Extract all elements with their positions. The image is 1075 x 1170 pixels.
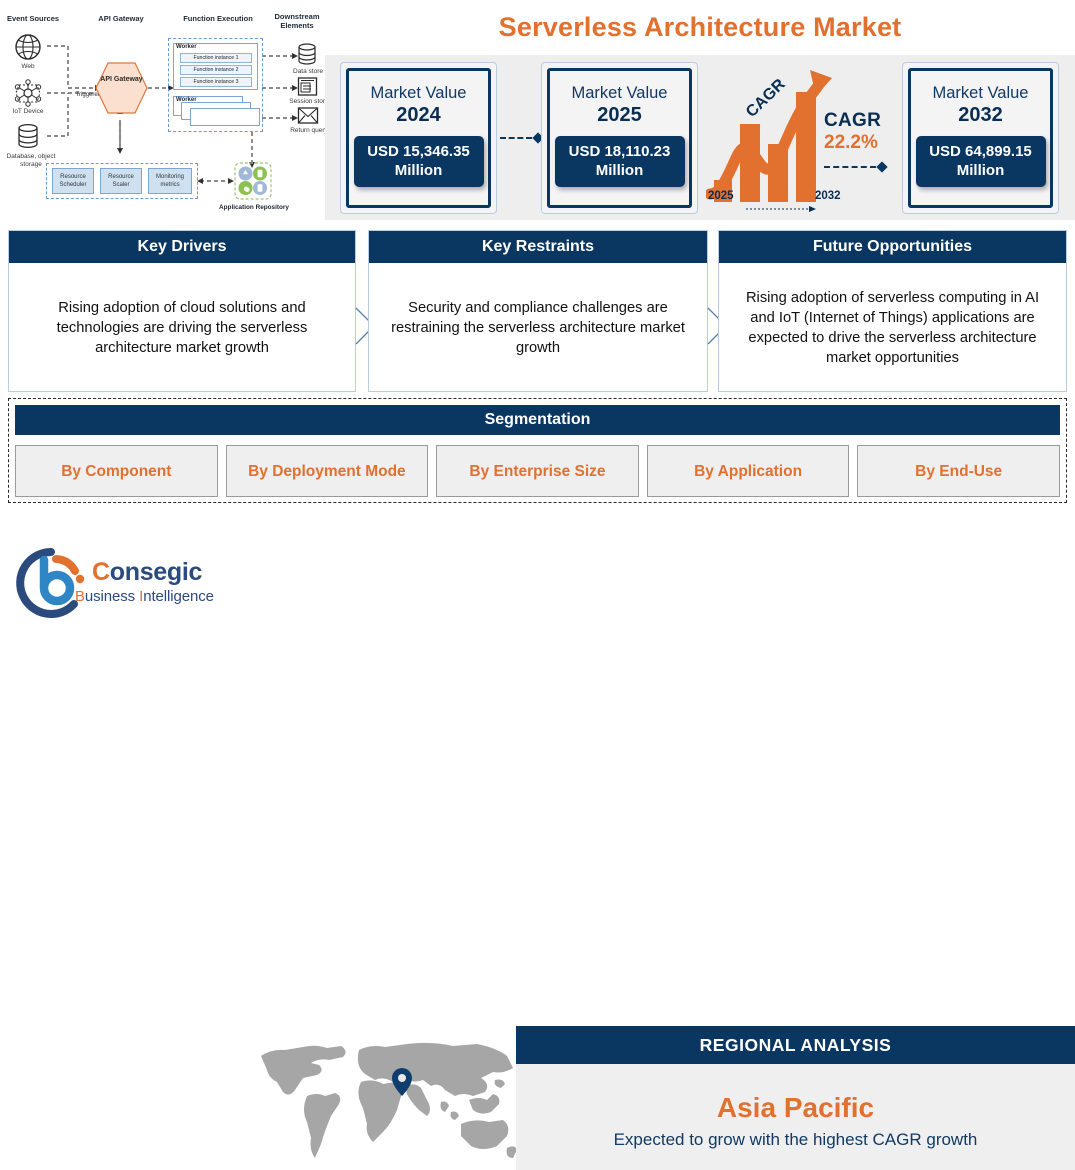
market-value-card-2024: Market Value 2024 USD 15,346.35 Million bbox=[340, 62, 497, 214]
cagr-label: CAGR bbox=[824, 110, 882, 131]
segment-by-application[interactable]: By Application bbox=[646, 445, 850, 497]
infographic-root: Event Sources API Gateway Function Execu… bbox=[0, 0, 1075, 1170]
worker-label-1: Worker bbox=[176, 44, 197, 50]
logo-word-intelligence: ntelligence bbox=[143, 588, 214, 605]
regional-analysis-panel: REGIONAL ANALYSIS Asia Pacific Expected … bbox=[516, 1026, 1075, 1170]
cagr-end-year: 2032 bbox=[815, 190, 841, 202]
cagr-start-year: 2025 bbox=[708, 190, 734, 202]
connector-diamond-icon-2 bbox=[876, 161, 888, 173]
market-value-year-2024: 2024 bbox=[396, 104, 441, 126]
key-restraints-text: Security and compliance challenges are r… bbox=[391, 300, 685, 356]
architecture-diagram: Event Sources API Gateway Function Execu… bbox=[0, 0, 329, 228]
worker-box-2-stack-b bbox=[190, 108, 260, 126]
connector-cagr-2032 bbox=[824, 161, 888, 173]
market-value-label-2024: Market Value bbox=[370, 84, 467, 102]
regional-analysis-subtitle: Expected to grow with the highest CAGR g… bbox=[613, 1130, 978, 1149]
control-plane-resource-scheduler: Resource Scheduler bbox=[52, 168, 94, 194]
key-drivers-text: Rising adoption of cloud solutions and t… bbox=[56, 300, 308, 356]
future-opportunities-text: Rising adoption of serverless computing … bbox=[745, 290, 1040, 366]
cagr-chart-inline-label: CAGR bbox=[743, 76, 789, 121]
future-opportunities-heading: Future Opportunities bbox=[719, 231, 1066, 263]
consegic-tagline: Business Intelligence bbox=[75, 588, 214, 605]
diagram-label-api-gateway: API Gateway bbox=[100, 76, 143, 83]
data-store-icon bbox=[298, 43, 316, 65]
control-plane-monitoring-metrics: Monitoring metrics bbox=[148, 168, 192, 194]
function-instance-1: Function instance 1 bbox=[180, 53, 252, 63]
market-value-year-2025: 2025 bbox=[597, 104, 642, 126]
regional-analysis-region-name: Asia Pacific bbox=[716, 1092, 875, 1123]
market-value-card-2025: Market Value 2025 USD 18,110.23 Million bbox=[541, 62, 698, 214]
key-restraints-card: Key Restraints Security and compliance c… bbox=[368, 230, 708, 392]
market-value-card-2032: Market Value 2032 USD 64,899.15 Million bbox=[902, 62, 1059, 214]
world-map-icon bbox=[261, 1042, 517, 1158]
logo-letter-b: B bbox=[75, 588, 85, 605]
page-title: Serverless Architecture Market bbox=[498, 12, 902, 42]
segmentation-heading: Segmentation bbox=[15, 405, 1060, 435]
market-value-amount-2025: USD 18,110.23 Million bbox=[554, 136, 685, 187]
market-value-label-2025: Market Value bbox=[571, 84, 668, 102]
consegic-logo[interactable]: Consegic Business Intelligence bbox=[12, 546, 227, 621]
segment-by-component[interactable]: By Component bbox=[15, 445, 218, 497]
factors-section: Key Drivers Rising adoption of cloud sol… bbox=[0, 230, 1075, 392]
market-value-amount-2024: USD 15,346.35 Million bbox=[353, 136, 484, 187]
application-repository-icon bbox=[234, 162, 272, 200]
diagram-label-application-repository: Application Repository bbox=[219, 204, 289, 211]
market-value-label-2032: Market Value bbox=[932, 84, 1029, 102]
footer-section: Consegic Business Intelligence REGIONAL bbox=[0, 510, 1075, 1170]
top-section: Event Sources API Gateway Function Execu… bbox=[0, 0, 1075, 228]
control-plane-resource-scaler: Resource Scaler bbox=[100, 168, 142, 194]
segmentation-section: Segmentation By Component By Deployment … bbox=[8, 398, 1067, 503]
key-restraints-heading: Key Restraints bbox=[369, 231, 707, 263]
regional-analysis-heading: REGIONAL ANALYSIS bbox=[516, 1026, 1075, 1064]
function-instance-3: Function instance 3 bbox=[180, 77, 252, 87]
key-drivers-card: Key Drivers Rising adoption of cloud sol… bbox=[8, 230, 356, 392]
segment-by-deployment-mode[interactable]: By Deployment Mode bbox=[225, 445, 429, 497]
consegic-mark-icon bbox=[16, 548, 85, 618]
function-instance-2: Function instance 2 bbox=[180, 65, 252, 75]
future-opportunities-card: Future Opportunities Rising adoption of … bbox=[718, 230, 1067, 392]
key-drivers-heading: Key Drivers bbox=[9, 231, 355, 263]
logo-word-rest: onsegic bbox=[109, 558, 203, 586]
cagr-value: 22.2% bbox=[824, 132, 878, 153]
connector-2024-2025 bbox=[500, 132, 544, 144]
logo-word-business: usiness bbox=[84, 588, 140, 605]
segment-by-enterprise-size[interactable]: By Enterprise Size bbox=[436, 445, 639, 497]
return-query-icon bbox=[297, 107, 319, 124]
logo-letter-c: C bbox=[92, 558, 110, 586]
market-value-amount-2032: USD 64,899.15 Million bbox=[915, 136, 1046, 187]
session-store-icon bbox=[297, 77, 318, 96]
cagr-chart: CAGR CAGR 22.2% 2025 2032 bbox=[704, 62, 891, 214]
segment-by-end-use[interactable]: By End-Use bbox=[857, 445, 1060, 497]
api-gateway-hexagon-icon bbox=[95, 62, 148, 114]
segmentation-row: By Component By Deployment Mode By Enter… bbox=[15, 445, 1060, 497]
market-value-year-2032: 2032 bbox=[958, 104, 1003, 126]
consegic-wordmark: Consegic bbox=[92, 558, 202, 587]
